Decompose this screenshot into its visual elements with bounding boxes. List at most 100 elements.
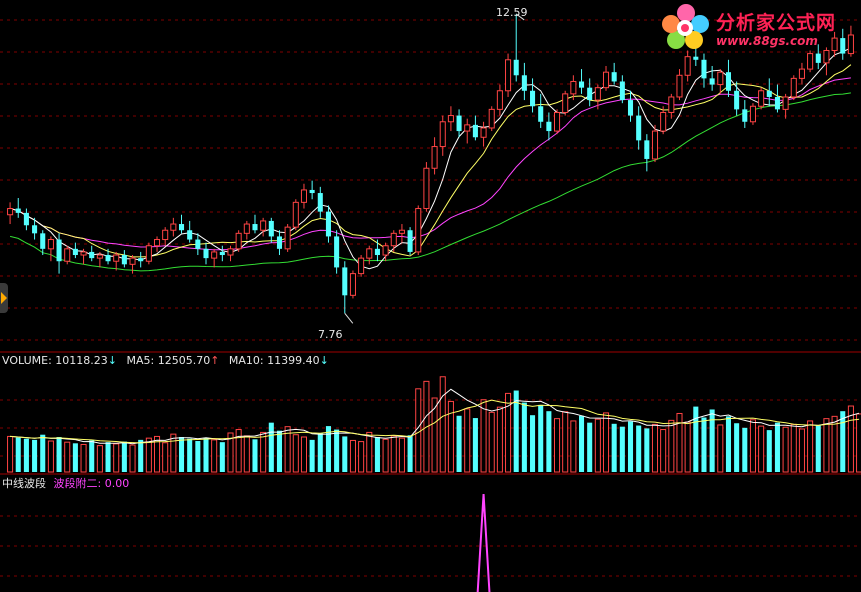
candle-body-down xyxy=(530,90,536,107)
volume-bar-up xyxy=(390,435,397,473)
volume-bar-down xyxy=(734,423,740,472)
volume-bar-down xyxy=(105,442,111,472)
volume-bar-down xyxy=(121,441,127,472)
volume-bar-up xyxy=(496,406,503,473)
ma-mid-line xyxy=(9,64,852,258)
volume-bar-up xyxy=(7,435,14,473)
candle-body-down xyxy=(644,140,650,159)
candle-body-down xyxy=(325,211,331,237)
watermark-url: www.88gs.com xyxy=(716,34,818,48)
ma-slow-line xyxy=(9,77,851,251)
ma-long-line xyxy=(9,92,851,272)
volume-bar-up xyxy=(211,439,218,473)
volume-bar-down xyxy=(578,415,585,472)
volume-bar-up xyxy=(366,431,373,473)
candle-body-up xyxy=(480,127,487,138)
volume-bar-down xyxy=(815,425,821,472)
candle-body-up xyxy=(431,146,438,169)
volume-bar-down xyxy=(766,430,772,472)
volume-value: VOLUME: 10118.23 xyxy=(2,354,108,367)
watermark-title: 分析家公式网 xyxy=(716,12,837,34)
volume-bar-down xyxy=(342,436,348,472)
scroll-left-handle[interactable] xyxy=(0,283,8,313)
candle-body-down xyxy=(32,225,38,234)
volume-bar-down xyxy=(644,428,650,472)
high-price-label: 12.59 xyxy=(496,6,528,19)
candle-body-up xyxy=(570,80,577,95)
candle-body-down xyxy=(187,230,193,240)
volume-bar-up xyxy=(594,418,601,473)
volume-bar-up xyxy=(749,419,756,473)
volume-bar-up xyxy=(415,388,422,473)
arrow-right-icon xyxy=(1,292,7,304)
volume-bar-down xyxy=(840,411,846,472)
stock-chart-canvas xyxy=(0,13,861,592)
candle-body-down xyxy=(766,90,772,97)
volume-bar-up xyxy=(807,420,814,473)
candle-body-down xyxy=(456,115,462,132)
volume-bar-up xyxy=(668,419,675,473)
candle-body-down xyxy=(546,121,552,132)
candle-body-down xyxy=(121,255,127,265)
candle-body-up xyxy=(676,74,683,98)
volume-bar-down xyxy=(709,409,715,472)
candle-body-up xyxy=(7,208,14,216)
candle-body-down xyxy=(472,124,478,138)
candle-body-up xyxy=(390,232,397,247)
candle-body-up xyxy=(798,68,805,79)
volume-bar-up xyxy=(113,443,120,473)
volume-bar-up xyxy=(398,437,405,473)
volume-bar-down xyxy=(187,438,193,472)
volume-bar-down xyxy=(521,402,527,472)
candle-body-down xyxy=(309,189,315,194)
candle-body-down xyxy=(268,220,274,237)
volume-bar-down xyxy=(138,439,144,472)
candle-body-up xyxy=(782,96,789,110)
candle-body-down xyxy=(15,208,21,213)
candle-body-up xyxy=(227,248,234,256)
candle-body-up xyxy=(684,56,691,76)
candle-body-up xyxy=(243,223,250,234)
volume-bar-down xyxy=(742,427,748,472)
candle-body-up xyxy=(64,248,71,262)
candle-body-down xyxy=(578,81,585,88)
volume-bar-up xyxy=(162,442,169,473)
volume-bar-down xyxy=(195,441,201,472)
low-price-value: 7.76 xyxy=(318,328,343,341)
candle-body-down xyxy=(89,251,95,259)
candle-body-down xyxy=(342,267,348,296)
candle-body-down xyxy=(619,81,625,101)
volume-bar-up xyxy=(602,412,610,473)
volume-bar-up xyxy=(570,420,577,473)
volume-bar-down xyxy=(725,416,731,472)
volume-bar-up xyxy=(64,441,71,473)
candle-body-up xyxy=(129,257,136,265)
volume-bar-up xyxy=(464,408,471,473)
candle-body-up xyxy=(717,71,724,86)
volume-bar-up xyxy=(562,411,569,473)
candle-body-up xyxy=(145,245,152,262)
candle-body-down xyxy=(815,53,821,63)
candle-body-down xyxy=(709,78,715,85)
volume-bar-down xyxy=(56,437,62,472)
indicator-name: 中线波段 xyxy=(2,477,46,490)
volume-bar-down xyxy=(276,430,283,472)
volume-bar-down xyxy=(72,443,78,472)
candle-body-up xyxy=(423,167,430,210)
volume-bar-up xyxy=(96,445,103,473)
candle-body-up xyxy=(300,189,307,203)
volume-bar-up xyxy=(823,418,830,473)
candle-body-down xyxy=(374,248,380,256)
volume-bar-up xyxy=(480,399,487,473)
volume-bar-down xyxy=(693,406,699,472)
volume-bar-down xyxy=(472,418,478,472)
candle-body-up xyxy=(439,121,446,148)
volume-down-arrow-icon: ↓ xyxy=(107,354,117,367)
volume-bar-up xyxy=(243,435,250,473)
candle-body-down xyxy=(40,233,46,249)
candle-body-down xyxy=(587,87,593,101)
volume-bar-up xyxy=(798,428,805,473)
volume-bar-down xyxy=(40,434,46,472)
candle-body-down xyxy=(105,255,111,262)
candle-body-up xyxy=(505,59,512,92)
